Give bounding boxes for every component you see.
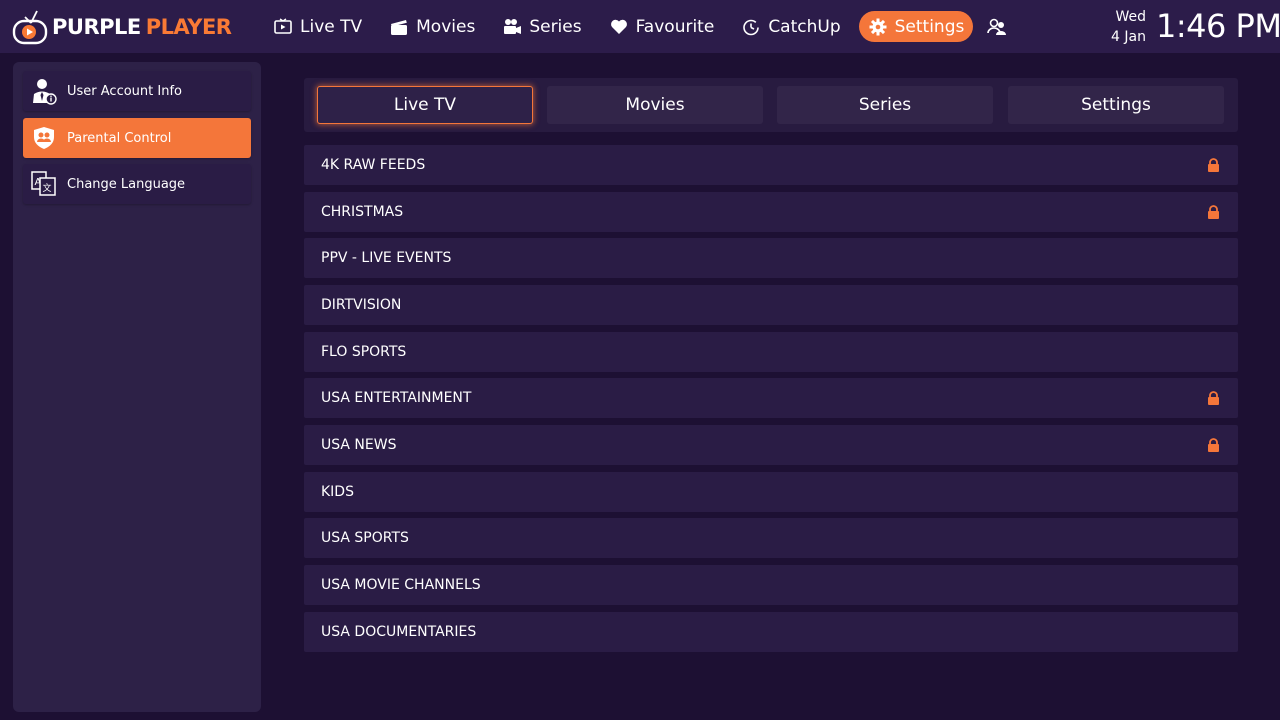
shield-users-icon (30, 124, 58, 152)
main-nav: Live TV Movies Series Favourite CatchUp … (264, 10, 1008, 43)
nav-label: Series (529, 16, 582, 37)
nav-live-tv[interactable]: Live TV (264, 11, 371, 42)
category-row[interactable]: USA SPORTS (304, 518, 1238, 558)
category-name: USA DOCUMENTARIES (321, 624, 477, 640)
date-display: Wed 4 Jan (1098, 7, 1146, 47)
nav-label: Settings (894, 16, 965, 37)
lock-icon (1208, 438, 1219, 452)
date-label: 4 Jan (1111, 29, 1146, 45)
lock-icon (1208, 158, 1219, 172)
user-info-icon (30, 77, 58, 105)
category-name: PPV - LIVE EVENTS (321, 250, 452, 266)
logo-tv-icon (12, 8, 50, 46)
category-row[interactable]: USA NEWS (304, 425, 1238, 465)
category-name: USA NEWS (321, 437, 397, 453)
sidebar-item-label: Change Language (67, 176, 186, 192)
category-name: USA SPORTS (321, 530, 409, 546)
sidebar-item-label: Parental Control (67, 130, 172, 146)
nav-catchup[interactable]: CatchUp (732, 11, 849, 42)
nav-label: Live TV (300, 16, 363, 37)
category-name: USA ENTERTAINMENT (321, 390, 472, 406)
nav-favourite[interactable]: Favourite (600, 11, 724, 42)
category-name: DIRTVISION (321, 297, 402, 313)
settings-sidebar: User Account Info Parental Control A文 Ch… (13, 62, 261, 712)
lock-icon (1208, 391, 1219, 405)
category-row[interactable]: FLO SPORTS (304, 332, 1238, 372)
heart-icon (610, 19, 627, 34)
category-name: KIDS (321, 484, 354, 500)
nav-settings[interactable]: Settings (858, 11, 974, 42)
tab-live-tv[interactable]: Live TV (317, 86, 533, 124)
category-row[interactable]: KIDS (304, 472, 1238, 512)
category-row[interactable]: DIRTVISION (304, 285, 1238, 325)
category-name: CHRISTMAS (321, 204, 404, 220)
day-label: Wed (1115, 9, 1146, 25)
nav-movies[interactable]: Movies (380, 11, 484, 42)
category-row[interactable]: USA MOVIE CHANNELS (304, 565, 1238, 605)
sidebar-item-change-language[interactable]: A文 Change Language (23, 164, 251, 204)
sidebar-item-user-account-info[interactable]: User Account Info (23, 71, 251, 111)
nav-label: Favourite (635, 16, 715, 37)
svg-text:文: 文 (43, 182, 52, 194)
sidebar-item-parental-control[interactable]: Parental Control (23, 118, 251, 158)
category-name: FLO SPORTS (321, 344, 407, 360)
tv-icon (274, 17, 292, 34)
category-name: 4K RAW FEEDS (321, 157, 426, 173)
category-row[interactable]: PPV - LIVE EVENTS (304, 238, 1238, 278)
clock: 1:46 PM (1156, 7, 1280, 45)
nav-label: CatchUp (768, 16, 841, 37)
tab-movies[interactable]: Movies (547, 86, 763, 124)
sidebar-item-label: User Account Info (67, 83, 182, 99)
clapperboard-icon (391, 19, 408, 35)
category-name: USA MOVIE CHANNELS (321, 577, 481, 593)
category-row[interactable]: USA DOCUMENTARIES (304, 612, 1238, 652)
category-tabs: Live TV Movies Series Settings (304, 78, 1238, 132)
tab-series[interactable]: Series (777, 86, 993, 124)
translate-icon: A文 (30, 170, 58, 198)
users-icon[interactable] (986, 16, 1008, 38)
category-row[interactable]: CHRISTMAS (304, 192, 1238, 232)
category-row[interactable]: 4K RAW FEEDS (304, 145, 1238, 185)
app-logo: PURPLE PLAYER (12, 7, 232, 47)
clock-icon (743, 19, 760, 35)
logo-text: PURPLE PLAYER (52, 15, 232, 39)
lock-icon (1208, 205, 1219, 219)
nav-label: Movies (416, 16, 476, 37)
gear-icon (869, 18, 887, 35)
top-bar: PURPLE PLAYER Live TV Movies Series Favou… (0, 0, 1280, 53)
tab-settings[interactable]: Settings (1008, 86, 1224, 124)
nav-series[interactable]: Series (493, 11, 590, 42)
category-row[interactable]: USA ENTERTAINMENT (304, 378, 1238, 418)
camera-icon (504, 18, 522, 34)
